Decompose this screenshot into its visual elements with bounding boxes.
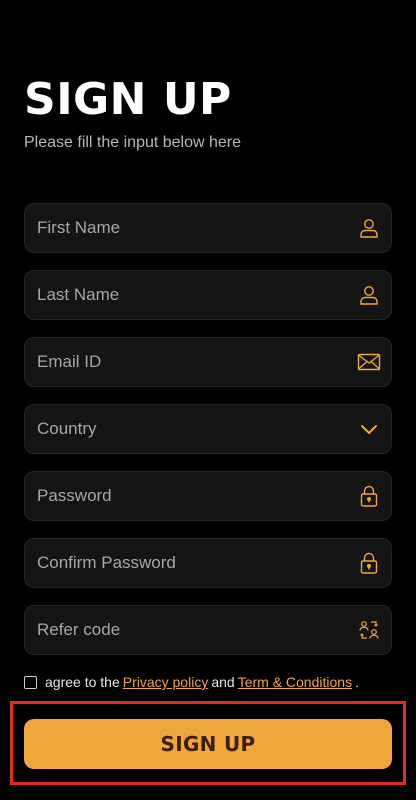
signup-button[interactable]: SIGN UP: [24, 719, 392, 769]
first-name-input[interactable]: [25, 204, 391, 252]
confirm-password-field[interactable]: [24, 538, 392, 588]
privacy-policy-link[interactable]: Privacy policy: [123, 674, 209, 690]
lock-icon: [357, 484, 381, 508]
terms-prefix: agree to the: [45, 674, 120, 690]
email-field[interactable]: [24, 337, 392, 387]
confirm-password-input[interactable]: [25, 539, 391, 587]
terms-checkbox[interactable]: [24, 675, 37, 689]
country-select[interactable]: Country: [24, 404, 392, 454]
country-select-value: Country: [37, 419, 97, 438]
chevron-down-icon[interactable]: [357, 417, 381, 441]
page-subtitle: Please fill the input below here: [24, 134, 242, 151]
first-name-field[interactable]: [24, 203, 392, 253]
last-name-field[interactable]: [24, 270, 392, 320]
refer-code-field[interactable]: [24, 605, 392, 655]
signup-form: Country: [24, 203, 392, 672]
terms-suffix: .: [355, 674, 359, 690]
user-icon: [357, 283, 381, 307]
mail-icon: [357, 350, 381, 374]
page-title: SIGN UP: [24, 74, 232, 125]
lock-icon: [357, 551, 381, 575]
password-input[interactable]: [25, 472, 391, 520]
email-input[interactable]: [25, 338, 391, 386]
password-field[interactable]: [24, 471, 392, 521]
terms-conditions-link[interactable]: Term & Conditions: [238, 674, 352, 690]
refer-code-input[interactable]: [25, 606, 391, 654]
terms-agreement: agree to the Privacy policy and Term & C…: [24, 674, 359, 690]
user-icon: [357, 216, 381, 240]
refer-users-icon: [357, 618, 381, 642]
terms-middle: and: [211, 674, 235, 690]
last-name-input[interactable]: [25, 271, 391, 319]
